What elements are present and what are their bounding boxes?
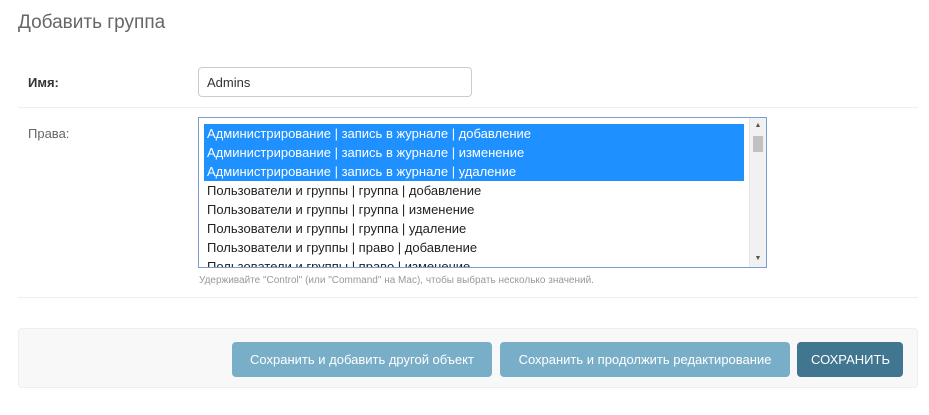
permissions-scrollbar[interactable]: ▲ ▼ xyxy=(749,118,766,267)
submit-row: Сохранить и добавить другой объект Сохра… xyxy=(18,328,918,388)
save-continue-button[interactable]: Сохранить и продолжить редактирование xyxy=(500,342,790,377)
permissions-options-list: Администрирование | запись в журнале | д… xyxy=(204,124,744,267)
scroll-up-arrow-icon[interactable]: ▲ xyxy=(750,118,766,134)
scroll-down-arrow-icon[interactable]: ▼ xyxy=(750,251,766,267)
page-title: Добавить группа xyxy=(18,12,166,33)
permissions-help-text: Удерживайте "Control" (или "Command" на … xyxy=(199,275,594,286)
divider xyxy=(18,297,918,298)
name-input[interactable] xyxy=(198,67,472,97)
save-button[interactable]: СОХРАНИТЬ xyxy=(797,342,903,377)
divider xyxy=(18,107,918,108)
permission-option[interactable]: Администрирование | запись в журнале | и… xyxy=(204,143,744,162)
permissions-label: Права: xyxy=(28,126,70,141)
name-label: Имя: xyxy=(28,75,59,90)
scroll-thumb[interactable] xyxy=(753,136,763,152)
permission-option[interactable]: Администрирование | запись в журнале | у… xyxy=(204,162,744,181)
permissions-multiselect[interactable]: Администрирование | запись в журнале | д… xyxy=(198,117,767,268)
permission-option[interactable]: Администрирование | запись в журнале | д… xyxy=(204,124,744,143)
permission-option[interactable]: Пользователи и группы | группа | добавле… xyxy=(204,181,744,200)
save-add-another-button[interactable]: Сохранить и добавить другой объект xyxy=(232,342,492,377)
permission-option[interactable]: Пользователи и группы | право | изменени… xyxy=(204,257,744,267)
permission-option[interactable]: Пользователи и группы | группа | изменен… xyxy=(204,200,744,219)
permission-option[interactable]: Пользователи и группы | право | добавлен… xyxy=(204,238,744,257)
permission-option[interactable]: Пользователи и группы | группа | удалени… xyxy=(204,219,744,238)
